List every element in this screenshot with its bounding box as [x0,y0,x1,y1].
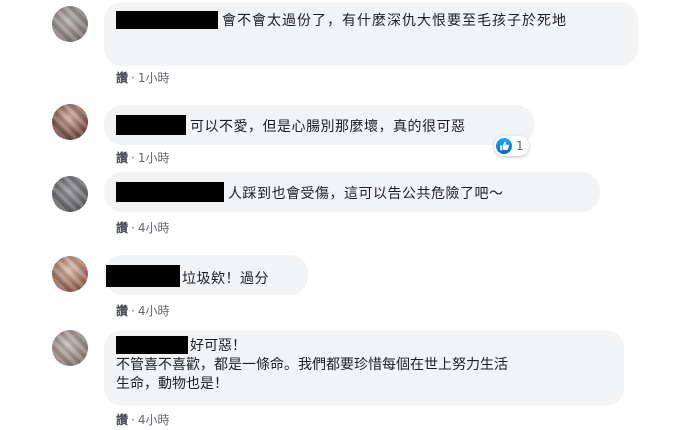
comment-bubble: 會不會太過份了，有什麼深仇大恨要至毛孩子於死地 [104,2,638,66]
like-button[interactable]: 讚 [116,221,128,235]
comment-actions: 讚 · 1小時 [116,149,169,166]
separator: · [131,413,135,427]
comment-actions: 讚 · 4小時 [116,411,169,428]
separator: · [131,151,135,165]
comment-actions: 讚 · 1小時 [116,69,169,86]
comment-text: 垃圾欸！過分 [182,271,269,287]
comment-line-2: 不管喜不喜歡，都是一條命。我們都要珍惜每個在世上努力生活 [116,357,508,373]
comment-text: 會不會太過份了，有什麼深仇大恨要至毛孩子於死地 [222,13,567,29]
comment-bubble: 可以不愛，但是心腸別那麼壞，真的很可惡 [104,105,534,145]
redacted-name[interactable] [116,115,186,135]
timestamp[interactable]: 1小時 [138,71,170,85]
timestamp[interactable]: 4小時 [138,413,170,427]
comment-line-1: 好可惡！ [116,336,612,356]
like-button[interactable]: 讚 [116,304,128,318]
comment-bubble: 人踩到也會受傷，這可以告公共危險了吧～ [104,172,600,212]
comment-line-3: 生命，動物也是！ [116,376,228,392]
avatar[interactable] [52,176,88,212]
avatar[interactable] [52,330,88,366]
redacted-name[interactable] [116,11,218,29]
like-button[interactable]: 讚 [116,151,128,165]
separator: · [131,221,135,235]
comment-actions: 讚 · 4小時 [116,219,169,236]
like-button[interactable]: 讚 [116,71,128,85]
avatar[interactable] [52,256,88,292]
comment-bubble: 垃圾欸！過分 [104,255,308,295]
separator: · [131,304,135,318]
timestamp[interactable]: 4小時 [138,304,170,318]
avatar[interactable] [52,104,88,140]
separator: · [131,71,135,85]
comment-text: 人踩到也會受傷，這可以告公共危險了吧～ [228,186,504,202]
redacted-name[interactable] [116,182,224,202]
redacted-name[interactable] [116,336,188,354]
comment-actions: 讚 · 4小時 [116,302,169,319]
comment-bubble: 好可惡！ 不管喜不喜歡，都是一條命。我們都要珍惜每個在世上努力生活 生命，動物也… [104,330,624,406]
reaction-count: 1 [516,139,524,153]
redacted-name[interactable] [106,265,180,287]
like-thumb-icon [496,138,512,154]
like-button[interactable]: 讚 [116,413,128,427]
timestamp[interactable]: 1小時 [138,151,170,165]
comment-text: 可以不愛，但是心腸別那麼壞，真的很可惡 [190,119,466,135]
comment-text: 好可惡！ [190,338,246,354]
reaction-badge[interactable]: 1 [494,136,529,156]
timestamp[interactable]: 4小時 [138,221,170,235]
avatar[interactable] [52,6,88,42]
